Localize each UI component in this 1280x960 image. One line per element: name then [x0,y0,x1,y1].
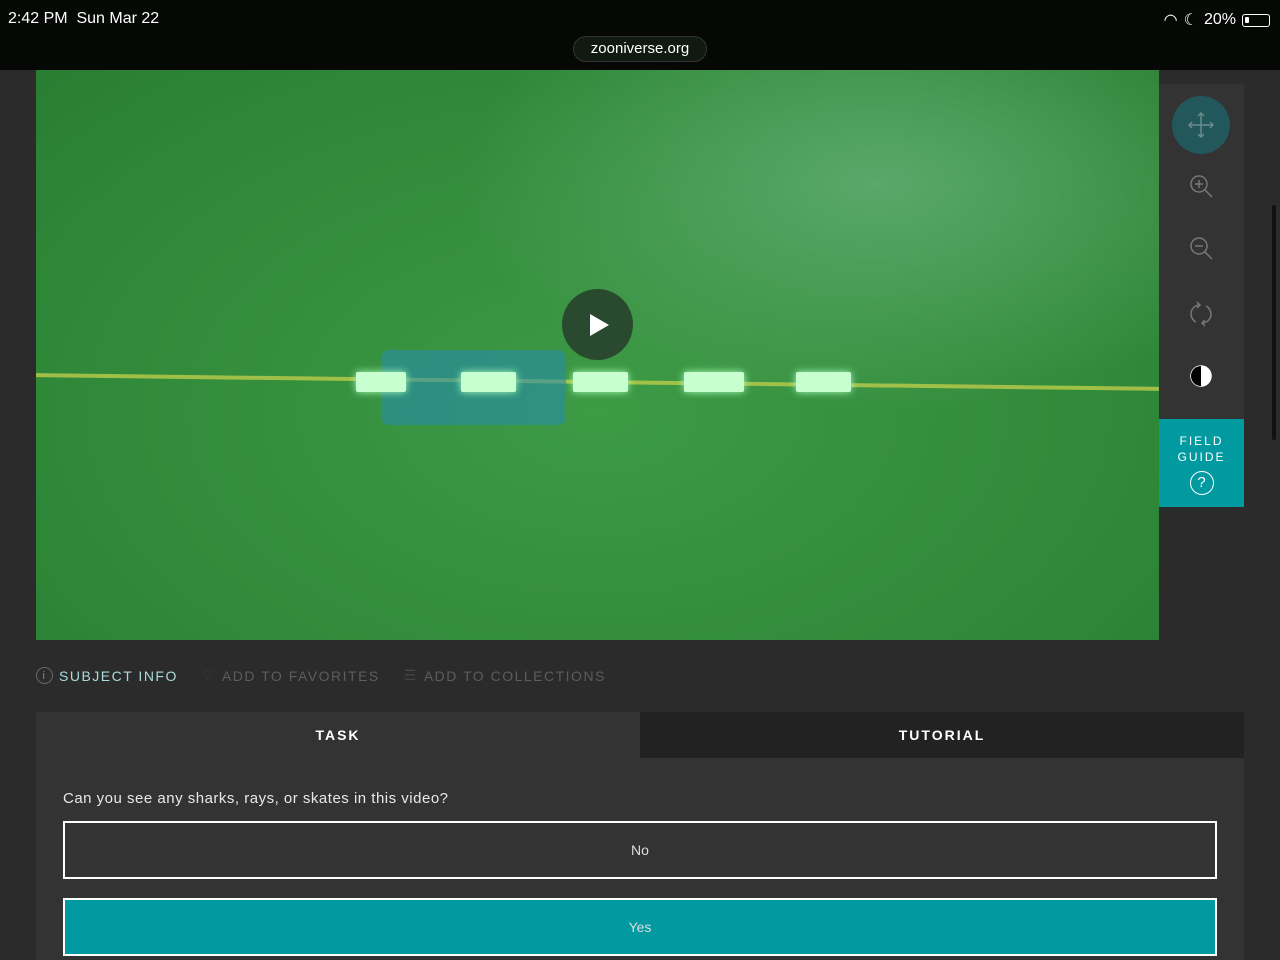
scrollbar[interactable] [1272,205,1276,440]
image-toolbar [1159,84,1244,419]
moon-icon: ☾ [1183,12,1198,29]
field-guide-label: GUIDE [1177,450,1226,464]
tab-tutorial[interactable]: TUTORIAL [640,712,1244,758]
tab-task[interactable]: TASK [36,712,640,758]
subject-video[interactable] [36,70,1159,640]
move-icon [1188,112,1214,138]
field-guide-button[interactable]: FIELD GUIDE ? [1159,419,1244,507]
time: 2:42 PM [8,10,68,27]
task-tabs: TASK TUTORIAL [36,712,1244,758]
contrast-icon [1190,365,1212,387]
subject-info-label: SUBJECT INFO [59,667,178,684]
help-icon: ? [1189,471,1214,495]
field-guide-label: FIELD [1179,434,1224,448]
light-segment [684,372,744,392]
play-icon [589,313,609,336]
answer-no-button[interactable]: No [63,821,1217,879]
zoom-in-button[interactable] [1172,157,1230,215]
subject-info-button[interactable]: i SUBJECT INFO [36,667,178,684]
light-segment [796,372,851,392]
info-icon: i [36,667,53,684]
invert-button[interactable] [1172,347,1230,405]
date: Sun Mar 22 [76,10,160,27]
light-segment [573,372,628,392]
rotate-button[interactable] [1172,285,1230,343]
add-to-collections-button[interactable]: ☰ ADD TO COLLECTIONS [404,667,606,684]
light-segment [461,372,516,392]
zoom-in-icon [1190,175,1213,198]
status-icons: ◠ ☾ 20% [1164,10,1270,30]
url-bar[interactable]: zooniverse.org [573,36,707,62]
task-panel: Can you see any sharks, rays, or skates … [36,758,1244,960]
wifi-icon: ◠ [1163,12,1178,29]
zoom-out-button[interactable] [1172,219,1230,277]
light-segment [356,372,406,392]
subject-meta-bar: i SUBJECT INFO ♡ ADD TO FAVORITES ☰ ADD TO … [36,667,606,684]
play-button[interactable] [562,289,633,360]
battery-percent: 20% [1203,11,1236,28]
move-button[interactable] [1172,96,1230,154]
rotate-icon [1190,301,1212,327]
answer-yes-button[interactable]: Yes [63,898,1217,956]
list-icon: ☰ [403,667,418,683]
status-time: 2:42 PM Sun Mar 22 [8,10,159,28]
battery-icon [1242,13,1270,27]
heart-icon: ♡ [201,667,216,683]
zoom-out-icon [1190,237,1213,260]
task-question: Can you see any sharks, rays, or skates … [63,790,449,807]
favorites-label: ADD TO FAVORITES [221,667,380,684]
add-to-favorites-button[interactable]: ♡ ADD TO FAVORITES [202,667,380,684]
collections-label: ADD TO COLLECTIONS [423,667,606,684]
status-bar: 2:42 PM Sun Mar 22 ◠ ☾ 20% zooniverse.or… [0,0,1280,70]
